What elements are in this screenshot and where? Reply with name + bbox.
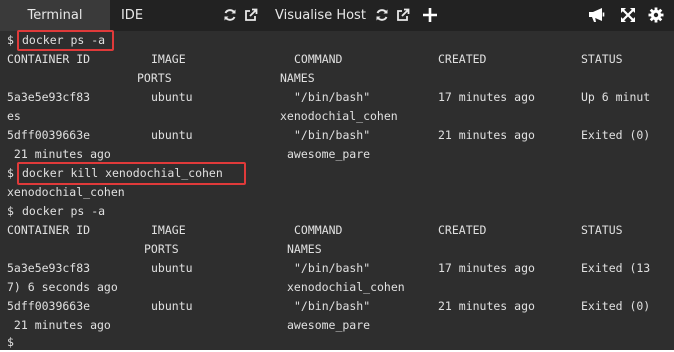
refresh-icon[interactable]	[221, 6, 239, 24]
column-header: IMAGE	[151, 223, 186, 237]
status-value: Exited (0)	[581, 299, 651, 313]
column-header: IMAGE	[151, 52, 186, 66]
prompt: $	[7, 335, 14, 349]
column-header: COMMAND	[294, 223, 343, 237]
column-header: STATUS	[581, 52, 623, 66]
terminal-output[interactable]: $ docker ps -a CONTAINER ID IMAGE COMMAN…	[0, 30, 674, 350]
image-name: ubuntu	[151, 261, 193, 275]
container-name: awesome_pare	[287, 318, 371, 332]
gear-icon[interactable]	[647, 6, 665, 24]
container-name: xenodochial_cohen	[280, 109, 398, 123]
command-line: docker ps -a	[22, 204, 106, 218]
command-value: "/bin/bash"	[294, 299, 371, 313]
external-link-icon[interactable]	[242, 6, 260, 24]
status-value: Up 6 minut	[581, 90, 651, 104]
container-name: awesome_pare	[287, 147, 371, 161]
status-value-wrap: 21 minutes ago	[7, 318, 111, 332]
image-name: ubuntu	[151, 299, 193, 313]
highlight-box	[17, 162, 246, 185]
column-header: NAMES	[280, 71, 315, 85]
tab-visualise-host[interactable]: Visualise Host	[275, 0, 366, 31]
refresh-icon[interactable]	[373, 6, 391, 24]
tab-terminal[interactable]: Terminal	[0, 0, 110, 31]
column-header: COMMAND	[294, 52, 343, 66]
column-header: CONTAINER ID	[7, 52, 91, 66]
command-output: xenodochial_cohen	[7, 185, 125, 199]
command-value: "/bin/bash"	[294, 90, 371, 104]
column-header: CONTAINER ID	[7, 223, 91, 237]
command-value: "/bin/bash"	[294, 261, 371, 275]
container-name: xenodochial_cohen	[287, 280, 405, 294]
tab-ide[interactable]: IDE	[110, 0, 154, 31]
external-link-icon[interactable]	[394, 6, 412, 24]
container-id: 5a3e5e93cf83	[7, 261, 91, 275]
image-name: ubuntu	[151, 128, 193, 142]
status-value-wrap: 7) 6 seconds ago	[7, 280, 118, 294]
created-value: 21 minutes ago	[438, 128, 535, 142]
created-value: 17 minutes ago	[438, 261, 535, 275]
column-header: PORTS	[144, 242, 179, 256]
image-name: ubuntu	[151, 90, 193, 104]
prompt: $	[7, 33, 14, 47]
highlight-box	[17, 30, 114, 51]
prompt: $	[7, 204, 14, 218]
created-value: 21 minutes ago	[438, 299, 535, 313]
column-header: STATUS	[581, 223, 623, 237]
column-header: CREATED	[438, 223, 487, 237]
status-value-wrap: es	[7, 109, 21, 123]
top-toolbar: Terminal IDE Visualise Host	[0, 0, 674, 31]
expand-icon[interactable]	[619, 6, 637, 24]
megaphone-icon[interactable]	[588, 6, 606, 24]
container-id: 5a3e5e93cf83	[7, 90, 91, 104]
column-header: NAMES	[287, 242, 322, 256]
column-header: PORTS	[137, 71, 172, 85]
plus-icon[interactable]	[421, 6, 439, 24]
prompt: $	[7, 166, 14, 180]
status-value: Exited (13	[581, 261, 651, 275]
created-value: 17 minutes ago	[438, 90, 535, 104]
container-id: 5dff0039663e	[7, 128, 91, 142]
column-header: CREATED	[438, 52, 487, 66]
command-value: "/bin/bash"	[294, 128, 371, 142]
terminal-window: Terminal IDE Visualise Host $ docker ps …	[0, 0, 674, 350]
container-id: 5dff0039663e	[7, 299, 91, 313]
status-value: Exited (0)	[581, 128, 651, 142]
